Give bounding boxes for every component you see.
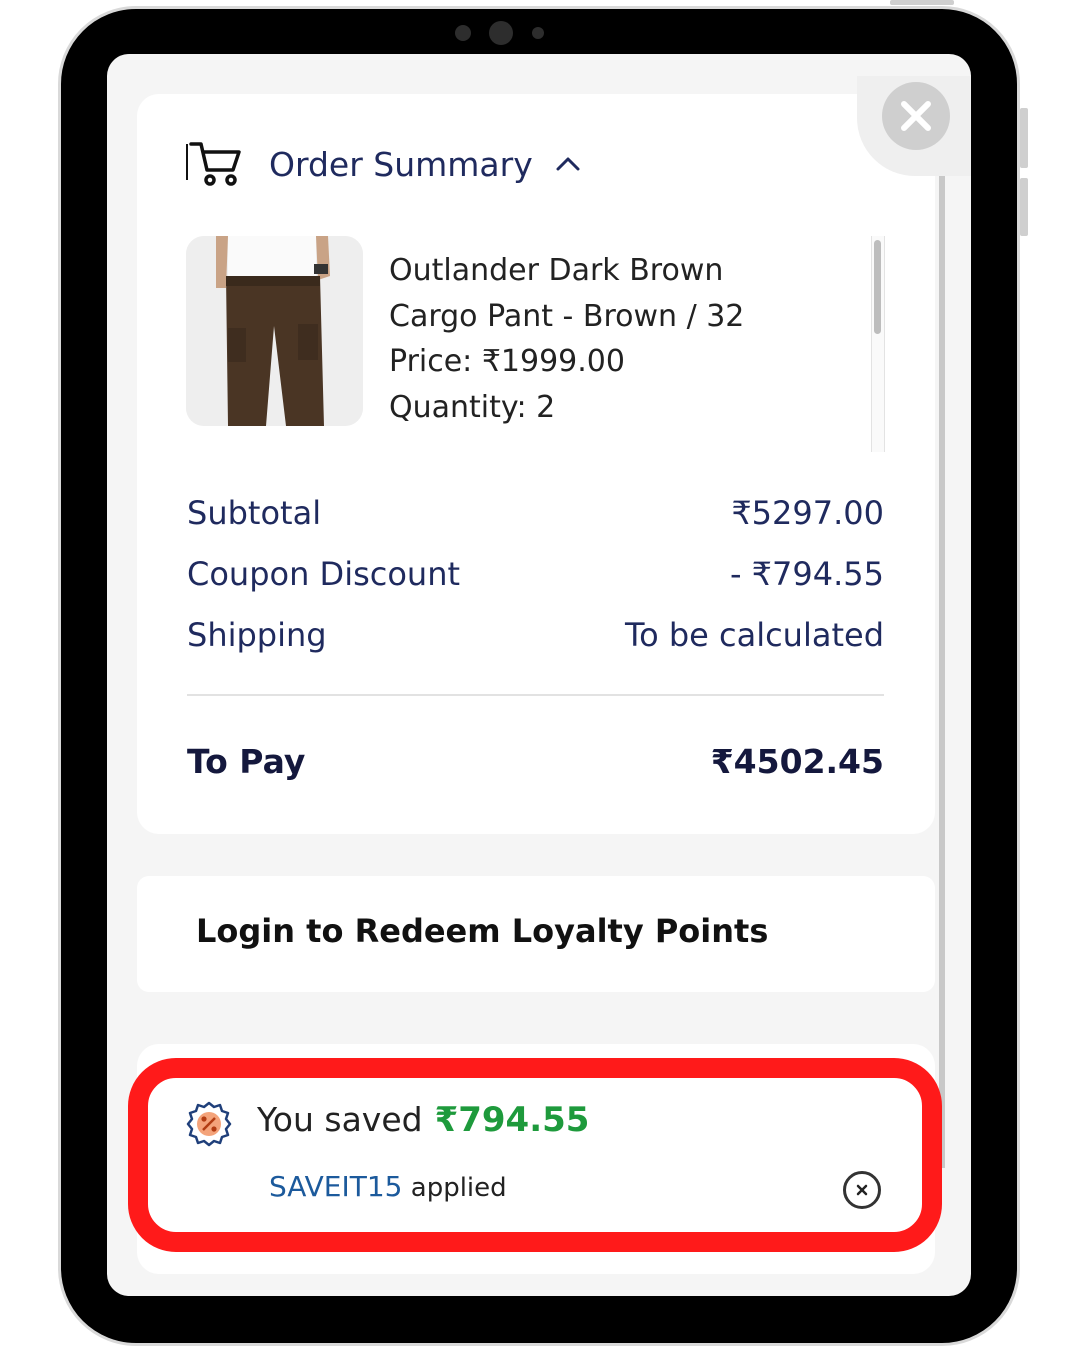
product-quantity: Quantity: 2 (389, 389, 556, 425)
device-side-button-top (1020, 108, 1028, 168)
shipping-row: Shipping To be calculated (187, 616, 884, 654)
coupon-code: SAVEIT15 (269, 1170, 403, 1203)
savings-message: You saved ₹794.55 (257, 1100, 589, 1140)
subtotal-row: Subtotal ₹5297.00 (187, 494, 884, 532)
shipping-label: Shipping (187, 616, 327, 654)
coupon-discount-row: Coupon Discount - ₹794.55 (187, 555, 884, 593)
totals-divider (187, 694, 884, 696)
subtotal-label: Subtotal (187, 494, 322, 532)
to-pay-label: To Pay (187, 742, 306, 781)
chevron-up-icon (556, 157, 580, 171)
order-summary-toggle[interactable]: Order Summary (185, 138, 581, 190)
discount-badge-icon (186, 1101, 232, 1147)
coupon-discount-value: - ₹794.55 (729, 555, 884, 593)
product-price: Price: ₹1999.00 (389, 344, 625, 379)
front-camera-left (455, 25, 471, 41)
coupon-applied-highlight (128, 1058, 942, 1252)
coupon-applied-suffix: applied (410, 1173, 507, 1203)
product-image (186, 236, 363, 426)
remove-coupon-button[interactable] (843, 1171, 881, 1209)
front-camera-center (489, 21, 513, 45)
order-summary-card (137, 94, 935, 834)
product-name-line2: Cargo Pant - Brown / 32 (389, 298, 745, 334)
product-list-scroll-thumb[interactable] (874, 240, 881, 334)
to-pay-row: To Pay ₹4502.45 (187, 742, 884, 781)
loyalty-login-link[interactable]: Login to Redeem Loyalty Points (196, 912, 768, 950)
subtotal-value: ₹5297.00 (731, 494, 884, 532)
cart-icon (186, 142, 241, 186)
coupon-applied-text: SAVEIT15 applied (269, 1170, 507, 1203)
product-details: Outlander Dark Brown Cargo Pant - Brown … (389, 248, 859, 430)
screen: Order Summary Outlander Dark Brown Cargo… (107, 54, 971, 1296)
remove-coupon-icon (856, 1184, 868, 1196)
close-icon (901, 101, 931, 131)
coupon-discount-label: Coupon Discount (187, 555, 461, 593)
savings-prefix: You saved (257, 1100, 423, 1139)
device-side-button-bottom (1020, 178, 1028, 236)
savings-amount: ₹794.55 (434, 1100, 590, 1140)
page-scrollbar[interactable] (939, 168, 945, 1168)
shipping-value: To be calculated (624, 616, 884, 654)
close-button[interactable] (882, 82, 950, 150)
front-camera-right (532, 27, 544, 39)
product-name-line1: Outlander Dark Brown (389, 253, 724, 288)
order-summary-title: Order Summary (269, 144, 533, 184)
device-top-button (890, 0, 954, 5)
to-pay-value: ₹4502.45 (710, 742, 884, 781)
